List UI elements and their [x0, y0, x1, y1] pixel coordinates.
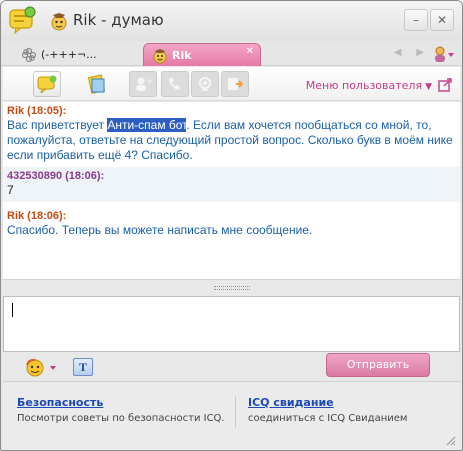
message-text: 7 — [7, 183, 14, 197]
svg-text:+: + — [146, 77, 152, 87]
chat-window: Rik - думаю – ✕ (-+++¬... Rik ✕ ◀ ▶ Меню… — [0, 0, 463, 451]
window-title: Rik - думаю — [73, 11, 164, 29]
tab-close-icon[interactable]: ✕ — [246, 46, 254, 57]
user-menu-link[interactable]: Меню пользователя ▼ — [306, 79, 432, 92]
message: Rik (18:06): Спасибо. Теперь вы можете н… — [3, 202, 460, 242]
selected-text: Анти-спам бот — [107, 118, 187, 132]
smiley-button[interactable] — [23, 357, 63, 379]
security-link[interactable]: Безопасность — [17, 396, 225, 409]
user-menu-label: Меню пользователя — [305, 79, 423, 92]
text-caret — [12, 303, 13, 317]
message-history[interactable]: Rik (18:05): Вас приветствует Анти-спам … — [3, 102, 460, 280]
close-button[interactable]: ✕ — [430, 9, 454, 31]
window-controls: – ✕ — [404, 9, 454, 31]
webcam-button[interactable] — [191, 71, 219, 97]
dropdown-arrow-icon: ▼ — [425, 82, 432, 92]
promo-description: Посмотри советы по безопасности ICQ. — [17, 413, 225, 424]
tab-label: (-+++¬... — [41, 48, 97, 61]
promo-security: Безопасность Посмотри советы по безопасн… — [17, 396, 225, 424]
send-button[interactable]: Отправить — [326, 353, 430, 377]
message: 432530890 (18:06): 7 — [3, 167, 460, 202]
message-header: Rik (18:06): — [7, 210, 67, 222]
notes-icon — [87, 74, 106, 94]
resize-grip-icon[interactable] — [444, 434, 456, 446]
chat-mode-button[interactable] — [33, 71, 61, 97]
message-text-part: Вас приветствует — [7, 118, 108, 132]
send-file-icon — [228, 78, 244, 90]
chat-icon — [37, 75, 57, 93]
message-header: 432530890 (18:06): — [7, 170, 105, 182]
message-input[interactable] — [3, 296, 460, 352]
tab-scroll-arrows[interactable]: ◀ ▶ — [394, 47, 430, 58]
dating-link[interactable]: ICQ свидание — [248, 396, 407, 409]
webcam-icon — [199, 77, 211, 91]
add-user-icon: + — [136, 77, 152, 91]
add-user-button[interactable]: + — [129, 71, 157, 97]
promo-description: соединиться с ICQ Свиданием — [248, 413, 408, 424]
contacts-icon[interactable] — [432, 45, 456, 63]
tab-label: Rik — [172, 49, 192, 62]
message-header: Rik (18:05): — [7, 105, 67, 117]
send-file-button[interactable] — [221, 71, 249, 97]
chat-toolbar: + Меню пользователя▼ — [3, 67, 460, 101]
user-status-icon — [51, 13, 67, 31]
title-bar: Rik - думаю – ✕ — [1, 1, 462, 41]
tab-contact-1[interactable]: (-+++¬... — [13, 43, 141, 66]
message-text: Спасибо. Теперь вы можете написать мне с… — [7, 223, 313, 237]
splitter-grip — [213, 286, 250, 290]
tab-strip: (-+++¬... Rik ✕ ◀ ▶ — [1, 41, 462, 66]
tab-rik[interactable]: Rik ✕ — [143, 43, 261, 66]
minimize-button[interactable]: – — [404, 9, 428, 31]
call-icon — [169, 78, 180, 90]
info-panel: Безопасность Посмотри советы по безопасн… — [3, 381, 460, 450]
chat-bubble-app-icon — [9, 6, 36, 34]
promo-dating: ICQ свидание соединиться с ICQ Свиданием — [235, 396, 407, 428]
call-button[interactable] — [161, 71, 189, 97]
user-status-icon — [153, 49, 167, 64]
notes-button[interactable] — [83, 71, 111, 97]
message-text: Вас приветствует Анти-спам бот. Если вам… — [7, 118, 456, 163]
text-format-button[interactable]: T — [73, 358, 93, 376]
compose-toolbar: T Отправить — [3, 353, 460, 379]
icq-flower-icon — [21, 47, 37, 63]
message: Rik (18:05): Вас приветствует Анти-спам … — [3, 102, 460, 167]
splitter-handle[interactable] — [3, 281, 460, 295]
popout-icon[interactable] — [438, 78, 452, 92]
